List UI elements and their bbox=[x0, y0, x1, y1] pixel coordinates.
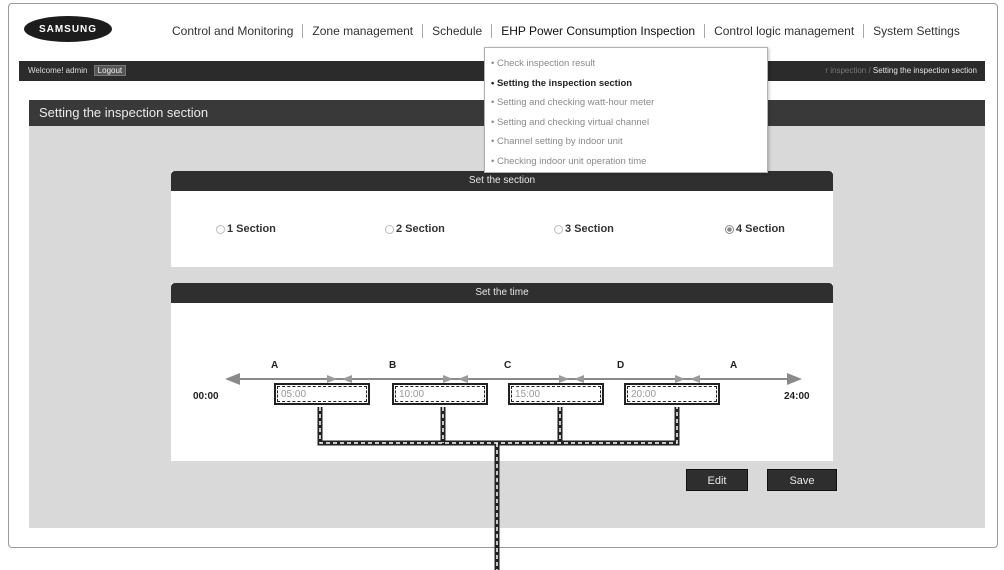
save-button[interactable]: Save bbox=[767, 469, 837, 491]
submenu-virtual-channel[interactable]: • Setting and checking virtual channel bbox=[491, 113, 767, 133]
zone-label-c: C bbox=[504, 360, 511, 371]
time-input-value[interactable]: 15:00 bbox=[511, 386, 601, 402]
arrow-right-icon bbox=[787, 373, 802, 385]
arrow-right-icon bbox=[443, 375, 453, 383]
edit-button[interactable]: Edit bbox=[686, 469, 748, 491]
submenu-check-inspection-result[interactable]: • Check inspection result bbox=[491, 54, 767, 74]
time-input-value[interactable]: 10:00 bbox=[395, 386, 485, 402]
arrow-left-icon bbox=[690, 375, 700, 383]
boundary-time-input-1[interactable]: 05:00 bbox=[274, 383, 370, 405]
ehp-submenu-dropdown: • Check inspection result • Setting the … bbox=[484, 47, 768, 173]
arrow-left-icon bbox=[458, 375, 468, 383]
zone-label-a: A bbox=[271, 360, 278, 371]
timeline-end-time: 24:00 bbox=[784, 391, 810, 402]
arrow-left-icon bbox=[342, 375, 352, 383]
arrow-right-icon bbox=[327, 375, 337, 383]
connector-bracket bbox=[317, 407, 680, 570]
boundary-time-input-2[interactable]: 10:00 bbox=[392, 383, 488, 405]
arrow-right-icon bbox=[559, 375, 569, 383]
arrow-right-icon bbox=[675, 375, 685, 383]
time-input-value[interactable]: 20:00 bbox=[627, 386, 717, 402]
zone-label-d: D bbox=[617, 360, 624, 371]
timeline-start-time: 00:00 bbox=[193, 391, 219, 402]
arrow-left-icon bbox=[225, 373, 240, 385]
zone-label-a-end: A bbox=[730, 360, 737, 371]
submenu-indoor-unit-operation-time[interactable]: • Checking indoor unit operation time bbox=[491, 152, 767, 172]
submenu-setting-inspection-section[interactable]: • Setting the inspection section bbox=[491, 74, 767, 94]
arrow-left-icon bbox=[574, 375, 584, 383]
submenu-watt-hour-meter[interactable]: • Setting and checking watt-hour meter bbox=[491, 93, 767, 113]
boundary-time-input-4[interactable]: 20:00 bbox=[624, 383, 720, 405]
submenu-channel-by-indoor-unit[interactable]: • Channel setting by indoor unit bbox=[491, 132, 767, 152]
zone-label-b: B bbox=[389, 360, 396, 371]
time-input-value[interactable]: 05:00 bbox=[277, 386, 367, 402]
boundary-time-input-3[interactable]: 15:00 bbox=[508, 383, 604, 405]
